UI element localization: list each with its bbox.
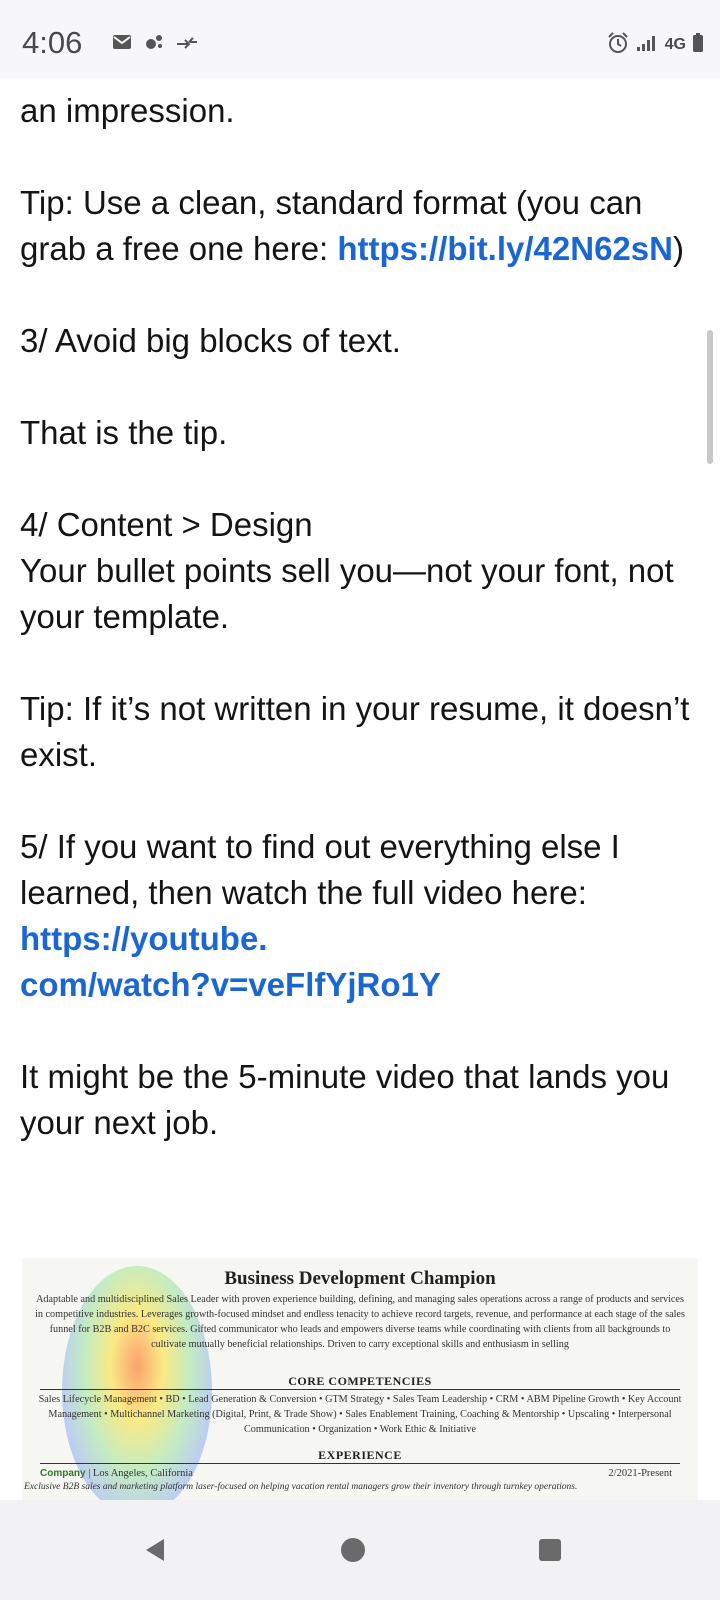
paragraph-content-design: 4/ Content > Design Your bullet points se… [20,502,700,640]
back-button[interactable] [126,1522,182,1578]
status-time: 4:06 [22,25,83,60]
status-bar: 4:06 4G [0,0,720,78]
experience-heading: EXPERIENCE [318,1448,402,1462]
signal-icon [635,34,659,56]
paragraph-impression: an impression. [20,92,235,129]
content-design-heading: 4/ Content > Design [20,506,313,543]
paragraph-format-tip: Tip: Use a clean, standard format (you c… [20,180,700,272]
resume-summary: Adaptable and multidisciplined Sales Lea… [35,1294,685,1350]
video-link[interactable]: https://youtube. com/watch?v=veFlfYjRo1Y [20,920,441,1003]
divider [40,1463,680,1464]
company-line: Company | Los Angeles, California [40,1468,193,1479]
network-type: 4G [664,36,686,53]
video-link-part2[interactable]: com/watch?v=veFlfYjRo1Y [20,966,441,1003]
article-body: 2/ You have less than 10 seconds to make… [20,78,700,1192]
scrollbar-thumb[interactable] [707,330,713,464]
paragraph-video: 5/ If you want to find out everything el… [20,824,700,1008]
video-link-part1[interactable]: https://youtube. [20,920,267,957]
content-design-text: Your bullet points sell you—not your fon… [20,552,674,635]
company-date: 2/2021-Present [608,1468,672,1479]
resume-title: Business Development Champion [224,1268,496,1289]
recents-icon [539,1539,561,1561]
back-icon [146,1539,164,1561]
template-link[interactable]: https://bit.ly/42N62sN [337,230,673,267]
competencies-heading: CORE COMPETENCIES [288,1374,432,1388]
partial-line: 2/ You have less than 10 seconds to make [20,78,700,88]
mail-icon [112,34,132,54]
video-text: 5/ If you want to find out everything el… [20,828,620,911]
paragraph-blocks: 3/ Avoid big blocks of text. [20,322,401,359]
paragraph-resume-tip: Tip: If it’s not written in your resume,… [20,690,690,773]
alarm-icon [607,32,629,58]
recents-button[interactable] [522,1522,578,1578]
post-content[interactable]: 2/ You have less than 10 seconds to make… [0,78,720,1518]
home-button[interactable] [325,1522,381,1578]
paragraph-that-is-tip: That is the tip. [20,414,228,451]
paragraph-next-job: It might be the 5-minute video that land… [20,1058,670,1141]
company-location: | Los Angeles, California [88,1468,193,1479]
notification-icons [112,33,198,55]
competencies-list: Sales Lifecycle Management • BD • Lead G… [38,1394,682,1435]
resume-image[interactable]: Business Development Champion Adaptable … [22,1258,698,1518]
battery-icon [692,33,704,57]
home-icon [341,1538,365,1562]
system-icons: 4G [607,32,704,58]
app-icon [144,33,164,55]
navigation-bar [0,1500,720,1600]
format-tip-close: ) [672,230,684,267]
company-description: Exclusive B2B sales and marketing platfo… [24,1482,578,1492]
divider [40,1389,680,1390]
data-transfer-icon [176,35,198,54]
company-name: Company [40,1468,86,1479]
